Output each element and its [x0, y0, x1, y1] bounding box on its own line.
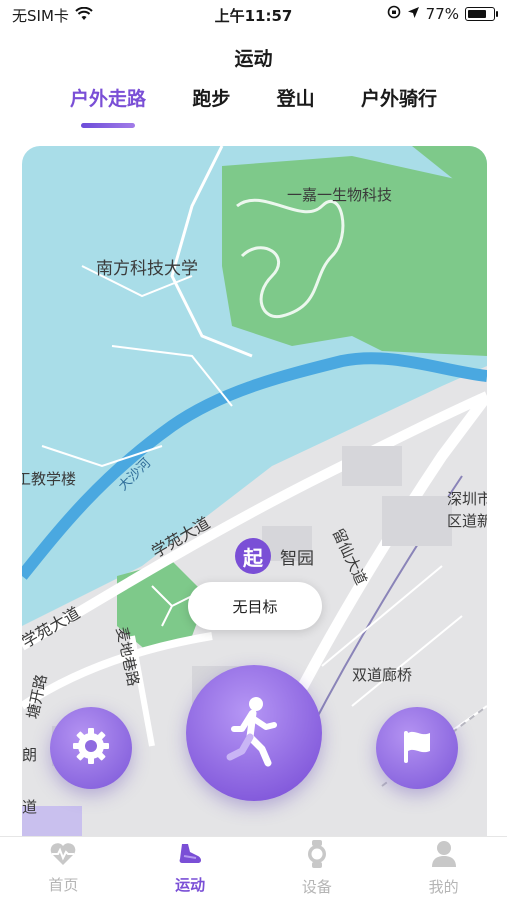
battery-fill	[468, 10, 486, 18]
bottom-tab-bar: 首页 运动 设备 我的	[0, 836, 507, 900]
map-label-lang: 朗	[22, 746, 38, 764]
status-right: 77%	[387, 5, 498, 23]
map-label-teaching-building: 工教学楼	[22, 470, 77, 488]
battery-icon	[465, 7, 498, 21]
page-title: 运动	[234, 48, 273, 70]
person-icon	[431, 840, 457, 872]
shoe-icon	[176, 842, 204, 870]
tabbar-item-me[interactable]: 我的	[380, 837, 507, 900]
tabbar-item-sport[interactable]: 运动	[127, 837, 254, 900]
walking-person-icon	[222, 695, 286, 771]
tab-label: 跑步	[192, 88, 231, 110]
watch-icon	[306, 840, 328, 872]
tab-running[interactable]: 跑步	[182, 84, 240, 111]
active-tab-indicator	[81, 123, 135, 128]
settings-button[interactable]	[50, 707, 132, 789]
goal-flag-button[interactable]	[376, 707, 458, 789]
map-label-shenzhen-1: 深圳市	[447, 490, 487, 508]
tabbar-label: 运动	[175, 876, 206, 894]
map-label-shenzhen-2: 区道新	[447, 512, 487, 530]
tabbar-label: 设备	[301, 878, 332, 896]
map-label-biotech: 一嘉一生物科技	[287, 186, 393, 204]
map-label-bridge: 双道廊桥	[352, 666, 413, 684]
goal-button[interactable]: 无目标	[188, 582, 322, 630]
rotation-lock-icon	[387, 5, 401, 23]
heart-pulse-icon	[49, 842, 77, 870]
status-bar: 无SIM卡 上午11:57 77%	[0, 0, 507, 30]
start-location-marker: 起	[235, 538, 271, 574]
tab-label: 登山	[276, 88, 315, 110]
tabbar-label: 首页	[48, 876, 79, 894]
tab-label: 户外走路	[70, 88, 147, 110]
battery-percent: 77%	[425, 5, 459, 23]
tabbar-item-device[interactable]: 设备	[254, 837, 381, 900]
start-workout-button[interactable]	[186, 665, 322, 801]
gear-icon	[70, 725, 112, 771]
sport-type-tabs: 户外走路 跑步 登山 户外骑行	[60, 84, 447, 128]
tab-outdoor-walk[interactable]: 户外走路	[60, 84, 156, 128]
flag-icon	[397, 726, 437, 770]
map-label-zhiyuan: 智园	[280, 549, 314, 569]
tab-label: 户外骑行	[360, 88, 437, 110]
tabbar-item-home[interactable]: 首页	[0, 837, 127, 900]
map-label-dao: 道	[22, 798, 38, 816]
location-arrow-icon	[407, 5, 420, 23]
tab-outdoor-cycling[interactable]: 户外骑行	[351, 84, 447, 111]
tab-hiking[interactable]: 登山	[267, 84, 325, 111]
map-label-university: 南方科技大学	[96, 259, 198, 279]
tabbar-label: 我的	[428, 878, 459, 896]
